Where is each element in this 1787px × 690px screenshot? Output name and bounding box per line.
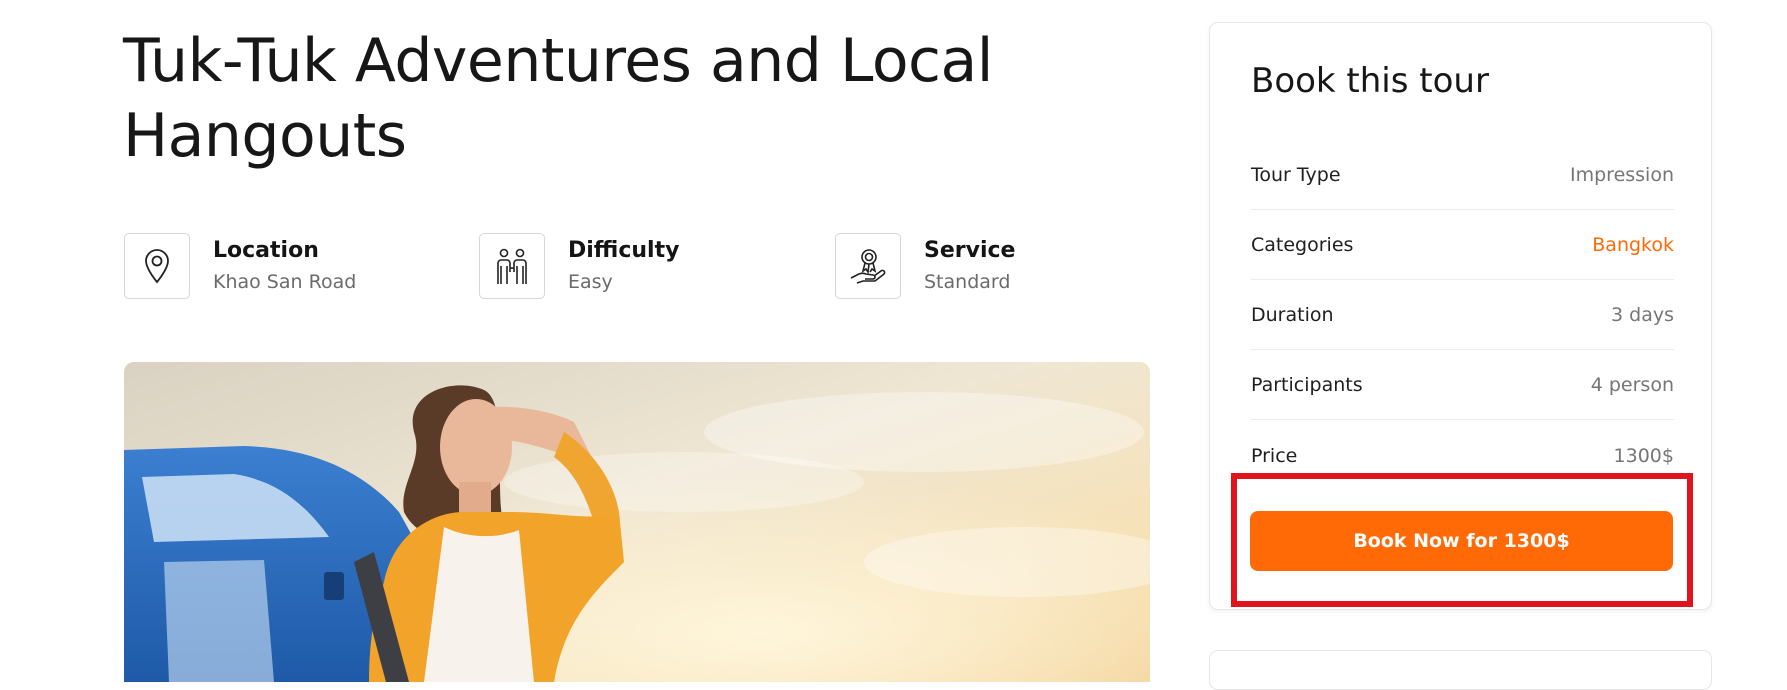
tour-title: Tuk-Tuk Adventures and Local Hangouts [123, 26, 993, 171]
detail-value: Impression [1570, 164, 1674, 186]
tour-hero-image [124, 362, 1150, 682]
detail-row-duration: Duration 3 days [1251, 280, 1674, 350]
detail-label: Participants [1251, 374, 1363, 396]
detail-value: 1300$ [1613, 445, 1674, 467]
award-hand-icon [835, 233, 901, 299]
detail-row-tour-type: Tour Type Impression [1251, 140, 1674, 210]
detail-value: 3 days [1611, 304, 1674, 326]
book-now-button[interactable]: Book Now for 1300$ [1250, 511, 1673, 571]
feature-location-label: Location [213, 238, 319, 263]
secondary-card [1209, 650, 1712, 690]
feature-location-value: Khao San Road [213, 271, 357, 293]
map-pin-icon [124, 233, 190, 299]
detail-label: Categories [1251, 234, 1354, 256]
feature-difficulty-label: Difficulty [568, 238, 680, 263]
detail-label: Duration [1251, 304, 1334, 326]
detail-label: Price [1251, 445, 1298, 467]
feature-difficulty-value: Easy [568, 271, 613, 293]
booking-card-title: Book this tour [1251, 61, 1489, 101]
feature-service-value: Standard [924, 271, 1011, 293]
people-icon [479, 233, 545, 299]
category-link[interactable]: Bangkok [1592, 234, 1674, 256]
detail-label: Tour Type [1251, 164, 1341, 186]
detail-row-categories: Categories Bangkok [1251, 210, 1674, 280]
feature-service-label: Service [924, 238, 1016, 263]
detail-value: 4 person [1590, 374, 1674, 396]
detail-row-participants: Participants 4 person [1251, 350, 1674, 420]
